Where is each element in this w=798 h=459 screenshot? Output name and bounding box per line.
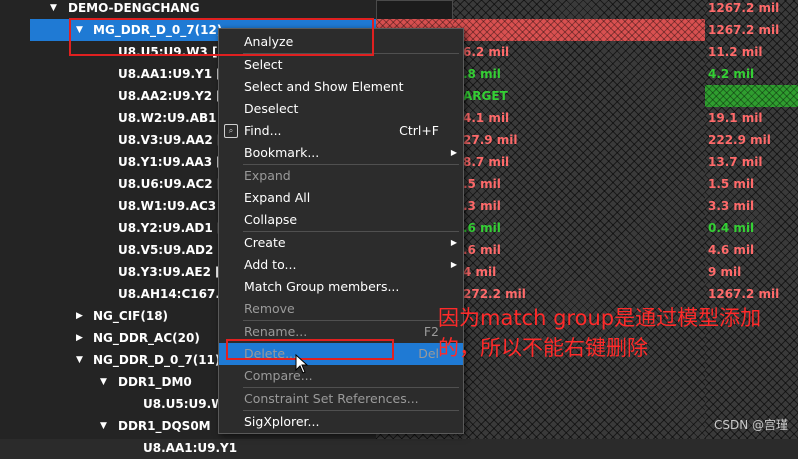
menu-item-label: Match Group members...: [244, 279, 400, 294]
menu-item-find[interactable]: ⌕ Find... Ctrl+F: [219, 120, 463, 142]
collapse-arrow-icon[interactable]: ▶: [76, 327, 83, 349]
menu-item-label: Select and Show Element: [244, 79, 404, 94]
tree-row-value: .3 mil: [463, 199, 501, 213]
tree-row[interactable]: ▼ DEMO-DENGCHANG 1267.2 mil: [0, 0, 798, 19]
menu-item-label: Collapse: [244, 212, 298, 227]
menu-item-label: Constraint Set References...: [244, 391, 419, 406]
tree-row-value: 222.9 mil: [708, 133, 771, 147]
menu-item-add-to[interactable]: Add to... ▶: [219, 254, 463, 276]
tree-row-name: DEMO-DENGCHANG: [68, 1, 200, 15]
tree-row-value: 272.2 mil: [463, 287, 526, 301]
tree-row-value: 9 mil: [708, 265, 742, 279]
collapse-arrow-icon[interactable]: ▶: [76, 305, 83, 327]
tree-row-value: 1.5 mil: [708, 177, 755, 191]
menu-item-compare[interactable]: Compare...: [219, 365, 463, 387]
tree-row-value: 4.6 mil: [708, 243, 755, 257]
expand-arrow-icon[interactable]: ▼: [50, 0, 57, 19]
tree-row-value: 1267.2 mil: [708, 287, 780, 301]
tree-row-value: 4.2 mil: [708, 67, 755, 81]
tree-row-value: 1267.2 mil: [708, 23, 780, 37]
tree-row-value: 4.1 mil: [463, 111, 510, 125]
tree-row-value: 6.2 mil: [463, 45, 510, 59]
expand-arrow-icon[interactable]: ▼: [100, 415, 107, 437]
menu-item-label: Remove: [244, 301, 295, 316]
violation-cell: [453, 19, 705, 41]
tree-row-value: 27.9 mil: [463, 133, 518, 147]
menu-item-label: Add to...: [244, 257, 297, 272]
tree-row-value: 19.1 mil: [708, 111, 763, 125]
tree-row-value: 8.7 mil: [463, 155, 510, 169]
context-menu: Analyze Select Select and Show Element Dese…: [218, 28, 464, 434]
menu-item-shortcut: Del: [418, 346, 439, 361]
tree-row-value: .5 mil: [463, 177, 501, 191]
menu-item-expand[interactable]: Expand: [219, 165, 463, 187]
menu-item-label: Deselect: [244, 101, 299, 116]
menu-item-label: Expand All: [244, 190, 311, 205]
menu-item-shortcut: Ctrl+F: [399, 123, 439, 138]
tree-row-value: 1267.2 mil: [708, 1, 780, 15]
highlight-box-delete: [226, 339, 394, 360]
tree-row-value: 13.7 mil: [708, 155, 763, 169]
menu-item-constraint-set-references[interactable]: Constraint Set References...: [219, 388, 463, 410]
tree-row-value: 11.2 mil: [708, 45, 763, 59]
target-cell: [705, 85, 798, 107]
expand-arrow-icon[interactable]: ▼: [76, 349, 83, 371]
menu-item-match-group-members[interactable]: Match Group members...: [219, 276, 463, 298]
menu-item-sigxplorer[interactable]: SigXplorer...: [219, 411, 463, 433]
tree-row-value: ARGET: [463, 89, 508, 103]
annotation-text: 因为match group是通过模型添加的，所以不能右键删除: [438, 306, 762, 360]
menu-item-label: Find...: [244, 123, 282, 138]
tree-row-value: 3.3 mil: [708, 199, 755, 213]
menu-item-expand-all[interactable]: Expand All: [219, 187, 463, 209]
menu-item-label: SigXplorer...: [244, 414, 320, 429]
watermark: CSDN @宫瑾: [713, 418, 788, 432]
menu-item-label: Bookmark...: [244, 145, 320, 160]
mouse-cursor-icon: [295, 354, 309, 374]
tree-row-name: U8.AA1:U9.Y1: [143, 441, 238, 455]
tree-row-value: 4 mil: [463, 265, 497, 279]
menu-item-deselect[interactable]: Deselect: [219, 98, 463, 120]
menu-item-remove[interactable]: Remove: [219, 298, 463, 320]
menu-item-shortcut: F2: [423, 324, 439, 339]
menu-item-label: Expand: [244, 168, 291, 183]
menu-item-label: Select: [244, 57, 283, 72]
submenu-arrow-icon: ▶: [450, 148, 457, 157]
tree-row[interactable]: U8.AA1:U9.Y1: [0, 437, 798, 459]
submenu-arrow-icon: ▶: [450, 238, 457, 247]
expand-arrow-icon[interactable]: ▼: [100, 371, 107, 393]
submenu-arrow-icon: ▶: [450, 260, 457, 269]
highlight-box-analyze: [69, 18, 374, 56]
menu-item-bookmark[interactable]: Bookmark... ▶: [219, 142, 463, 164]
menu-item-create[interactable]: Create ▶: [219, 232, 463, 254]
tree-row-value: .6 mil: [463, 243, 501, 257]
tree-row-value: .8 mil: [463, 67, 501, 81]
menu-item-select[interactable]: Select: [219, 54, 463, 76]
menu-item-select-and-show-element[interactable]: Select and Show Element: [219, 76, 463, 98]
find-icon: ⌕: [224, 124, 238, 138]
menu-item-label: Create: [244, 235, 286, 250]
tree-row-value: 0.4 mil: [708, 221, 755, 235]
menu-item-collapse[interactable]: Collapse: [219, 209, 463, 231]
tree-row-value: .6 mil: [463, 221, 501, 235]
